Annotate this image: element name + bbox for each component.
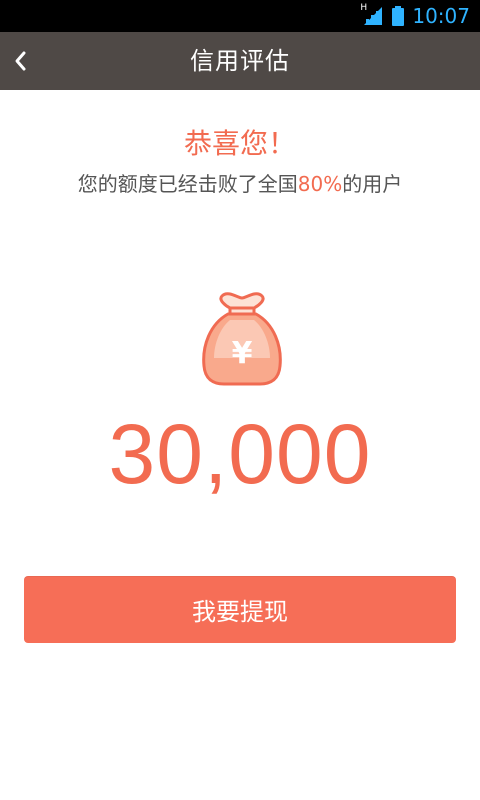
signal-icon: H	[360, 3, 384, 27]
status-icons: H 10:07	[360, 0, 470, 32]
page-title: 信用评估	[190, 47, 290, 75]
network-type-label: H	[360, 3, 368, 13]
withdraw-button[interactable]: 我要提现	[24, 576, 456, 643]
withdraw-button-label: 我要提现	[192, 598, 288, 626]
status-bar: H 10:07	[0, 0, 480, 32]
percent-highlight: 80%	[297, 172, 343, 196]
money-bag-icon: ¥	[198, 288, 286, 388]
battery-icon	[392, 6, 405, 26]
congrats-heading: 恭喜您！	[183, 127, 296, 160]
credit-amount: 30,000	[108, 407, 372, 501]
currency-symbol: ¥	[232, 336, 253, 371]
subtitle-text-after: 的用户	[342, 172, 403, 196]
result-subtitle: 您的额度已经击败了全国80%的用户	[0, 168, 480, 197]
app-bar: 信用评估	[0, 32, 480, 90]
subtitle-text-before: 您的额度已经击败了全国	[77, 172, 298, 196]
chevron-left-icon[interactable]	[10, 44, 32, 78]
clock: 10:07	[412, 4, 470, 28]
